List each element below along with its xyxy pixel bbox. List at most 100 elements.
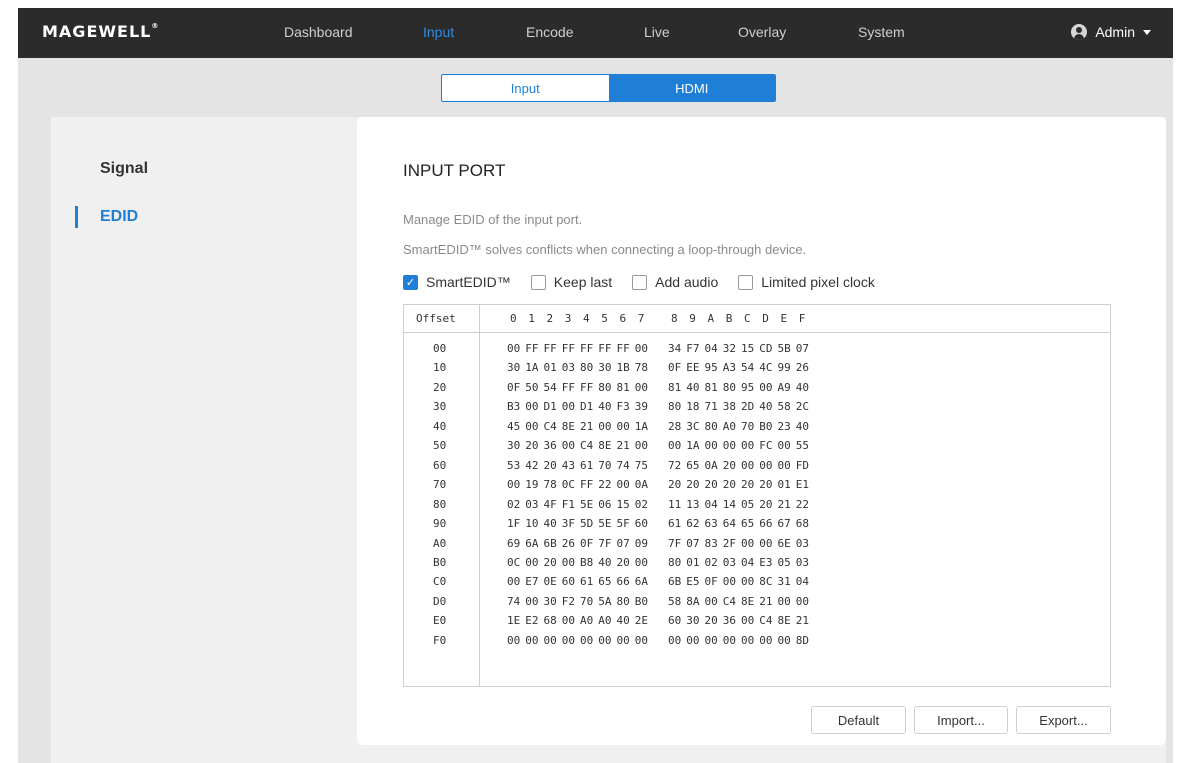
hex-byte: 00 [741, 458, 755, 472]
hex-byte: 2D [741, 400, 755, 414]
hex-byte: 28 [668, 419, 682, 433]
hex-byte: 21 [580, 419, 594, 433]
hex-byte: A0 [598, 614, 612, 628]
nav-input[interactable]: Input [423, 24, 454, 40]
hex-byte: 13 [686, 497, 700, 511]
option-limited-pixel-clock[interactable]: Limited pixel clock [738, 274, 875, 290]
hex-byte: 04 [741, 555, 755, 569]
section-title: INPUT PORT [403, 161, 506, 180]
row-offset: 00 [433, 342, 447, 355]
app-window: MAGEWELL® Dashboard Input Encode Live Ov… [18, 8, 1173, 763]
hex-byte: D1 [543, 400, 557, 414]
add-audio-checkbox[interactable] [632, 274, 648, 290]
hex-byte: 03 [795, 536, 809, 550]
hex-byte: 20 [525, 439, 539, 453]
hex-byte: 00 [525, 400, 539, 414]
option-keep-last[interactable]: Keep last [530, 274, 612, 290]
keep-last-checkbox[interactable] [530, 274, 546, 290]
hex-byte: 03 [561, 361, 575, 375]
hex-byte: E1 [795, 478, 809, 492]
row-offset: 70 [433, 478, 447, 492]
row-offset: 60 [433, 458, 447, 472]
nav-overlay[interactable]: Overlay [738, 24, 786, 40]
hex-byte: 21 [795, 614, 809, 628]
hex-byte: 07 [616, 536, 630, 550]
hex-byte: 20 [543, 555, 557, 569]
hex-byte: 00 [722, 439, 736, 453]
option-label: Limited pixel clock [761, 274, 875, 290]
nav-encode[interactable]: Encode [526, 24, 573, 40]
hex-byte: 0A [634, 478, 648, 492]
subtab-bar: Input HDMI [441, 74, 776, 102]
option-add-audio[interactable]: Add audio [632, 274, 718, 290]
hex-byte: 05 [777, 555, 791, 569]
export-button[interactable]: Export... [1016, 706, 1111, 734]
hex-byte: 50 [525, 380, 539, 394]
hex-byte: 81 [616, 380, 630, 394]
hex-byte: C4 [759, 614, 773, 628]
hex-byte: 01 [543, 361, 557, 375]
hex-byte: 7F [668, 536, 682, 550]
hex-byte: 00 [525, 419, 539, 433]
hex-byte: 40 [795, 380, 809, 394]
hex-byte: 10 [525, 517, 539, 531]
sidebar-active-marker [75, 206, 78, 228]
user-menu[interactable]: Admin [1071, 24, 1151, 40]
hex-byte: 42 [525, 458, 539, 472]
hex-byte: 55 [795, 439, 809, 453]
nav-system[interactable]: System [858, 24, 905, 40]
hex-byte: 21 [616, 439, 630, 453]
hex-byte: 30 [686, 614, 700, 628]
hex-byte: 26 [795, 361, 809, 375]
hex-byte: C4 [543, 419, 557, 433]
hex-byte: 04 [795, 575, 809, 589]
tab-input[interactable]: Input [442, 75, 609, 101]
import-button[interactable]: Import... [914, 706, 1008, 734]
row-offset: 10 [433, 361, 447, 375]
tab-hdmi[interactable]: HDMI [608, 75, 775, 101]
hex-byte: 00 [598, 633, 612, 647]
nav-dashboard[interactable]: Dashboard [284, 24, 353, 40]
hex-byte: 00 [616, 478, 630, 492]
hex-byte: 60 [668, 614, 682, 628]
hex-byte: 8D [795, 633, 809, 647]
limited-pixel-clock-checkbox[interactable] [738, 274, 754, 290]
sidebar-item-signal[interactable]: Signal [100, 160, 148, 178]
hex-byte: 7F [598, 536, 612, 550]
hex-byte: 65 [686, 458, 700, 472]
hex-byte: 04 [704, 342, 718, 355]
hex-byte: 8E [777, 614, 791, 628]
hex-byte: 58 [777, 400, 791, 414]
option-smartedid[interactable]: ✓ SmartEDID™ [403, 274, 511, 290]
hex-byte: 6B [668, 575, 682, 589]
nav-live[interactable]: Live [644, 24, 670, 40]
hex-byte: 00 [634, 380, 648, 394]
hex-byte: 61 [580, 458, 594, 472]
hex-byte: 80 [668, 400, 682, 414]
hex-byte: 00 [759, 458, 773, 472]
hex-byte: 40 [543, 517, 557, 531]
hex-byte: 32 [722, 342, 736, 355]
default-button[interactable]: Default [811, 706, 906, 734]
sidebar-item-edid[interactable]: EDID [100, 208, 138, 226]
hex-byte: 00 [561, 400, 575, 414]
hex-byte: 00 [634, 633, 648, 647]
edid-card: INPUT PORT Manage EDID of the input port… [357, 117, 1166, 745]
hex-byte: 74 [616, 458, 630, 472]
hex-byte: 00 [759, 380, 773, 394]
column-header: D [762, 312, 769, 325]
hex-byte: FD [795, 458, 809, 472]
column-header: 6 [619, 312, 627, 325]
hex-byte: 00 [561, 633, 575, 647]
hex-byte: 40 [795, 419, 809, 433]
hex-byte: 30 [543, 594, 557, 608]
hex-byte: 67 [777, 517, 791, 531]
hex-byte: 61 [580, 575, 594, 589]
hex-byte: 02 [634, 497, 648, 511]
hex-byte: 74 [507, 594, 521, 608]
hex-byte: 22 [795, 497, 809, 511]
smartedid-checkbox[interactable]: ✓ [403, 274, 418, 290]
hex-byte: 5B [777, 342, 791, 355]
hex-byte: FF [598, 342, 612, 355]
hex-byte: 36 [722, 614, 736, 628]
